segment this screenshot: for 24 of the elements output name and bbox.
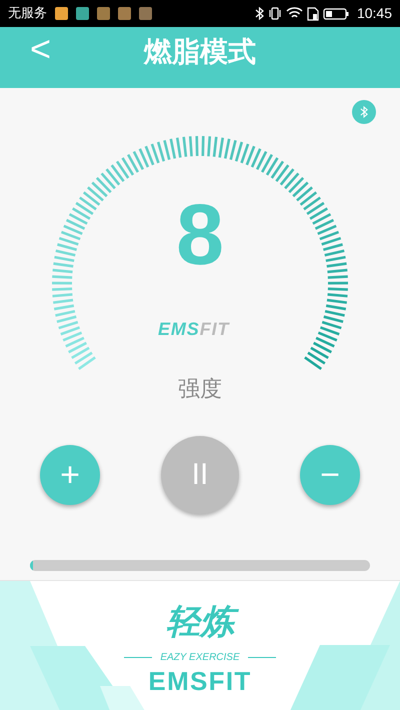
chinese-logo-text: 轻炼 <box>158 601 242 644</box>
clock-text: 10:45 <box>356 4 392 23</box>
emsfit-logo: EMSFIT <box>158 320 230 338</box>
carrier-text: 无服务 <box>8 4 47 23</box>
wifi-icon <box>286 7 303 20</box>
app-notification-icon <box>76 7 89 20</box>
sim-card-icon <box>306 6 319 20</box>
intensity-label: 强度 <box>178 376 222 404</box>
app-notification-icon <box>139 7 152 20</box>
bluetooth-status-icon[interactable] <box>352 100 376 124</box>
bluetooth-icon <box>254 7 264 20</box>
app-notification-icon <box>97 7 110 20</box>
tagline-text: EAZY EXERCISE <box>160 650 240 664</box>
increase-button[interactable]: + <box>40 445 100 505</box>
app-notification-icon <box>118 7 131 20</box>
page-title: 燃脂模式 <box>144 34 256 70</box>
app-notification-icon <box>55 7 68 20</box>
decrease-button[interactable]: − <box>300 445 360 505</box>
back-button[interactable]: < <box>26 31 56 67</box>
battery-icon <box>322 8 349 20</box>
vibrate-icon <box>268 7 282 20</box>
intensity-value: 8 <box>175 192 225 278</box>
pause-button[interactable]: II <box>161 436 239 514</box>
brand-logo-text: EMSFIT <box>148 664 252 697</box>
